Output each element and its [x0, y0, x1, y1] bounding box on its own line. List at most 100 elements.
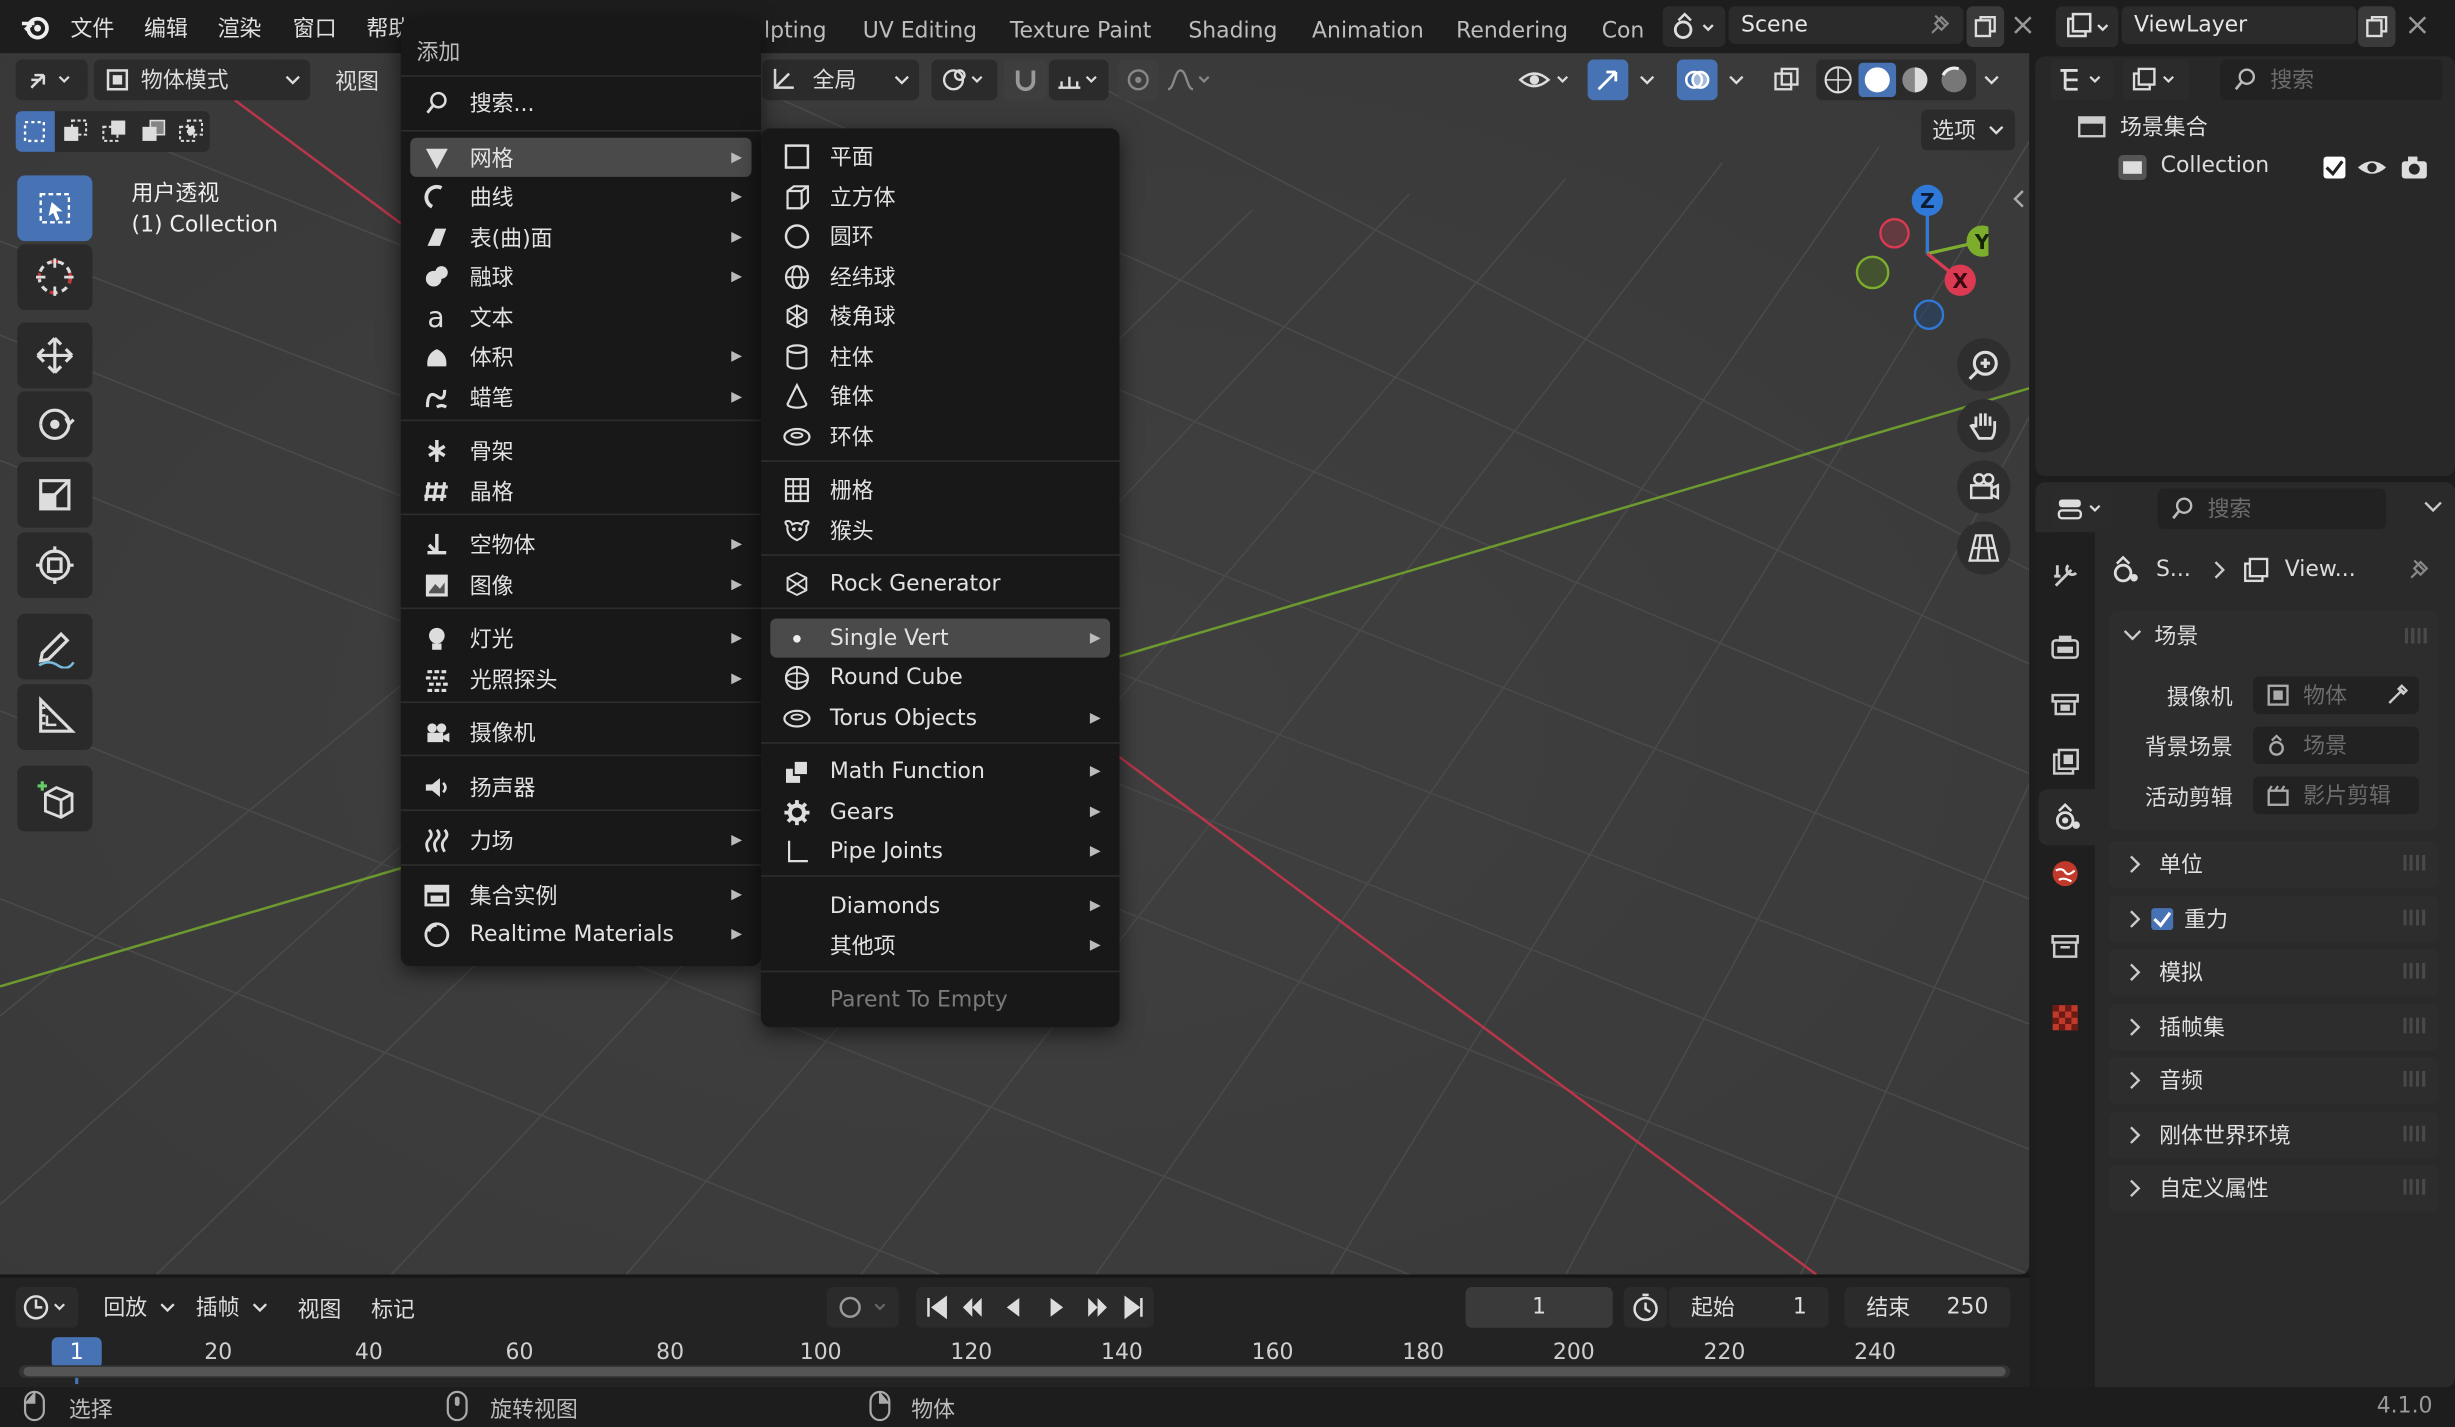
- add-cube-tool[interactable]: [17, 765, 93, 832]
- add-menu-search[interactable]: 搜索...: [410, 83, 751, 122]
- collection-tab-icon[interactable]: [2050, 930, 2081, 961]
- select-box-tool[interactable]: [17, 175, 93, 242]
- output-tab-icon[interactable]: [2050, 689, 2081, 720]
- proportional-edit-toggle[interactable]: [1117, 59, 1159, 101]
- add-menu-item-light[interactable]: 灯光 ▶: [410, 618, 751, 657]
- add-menu-item-empty[interactable]: 空物体 ▶: [410, 525, 751, 564]
- navigation-gizmo[interactable]: Z Y X: [1848, 175, 1989, 339]
- gravity-checkbox-icon[interactable]: [2150, 907, 2175, 932]
- tab-rendering[interactable]: Rendering: [1456, 19, 1568, 44]
- mesh-item-item-18[interactable]: 其他项 ▶: [770, 925, 1110, 964]
- section-custom-properties[interactable]: 自定义属性: [2108, 1164, 2438, 1212]
- eyedropper-icon[interactable]: [2385, 683, 2410, 708]
- display-mode-dropdown[interactable]: [2123, 59, 2189, 101]
- add-menu-item-curve[interactable]: 曲线 ▶: [410, 177, 751, 216]
- drag-handle-icon[interactable]: [2403, 1070, 2426, 1087]
- end-frame-field[interactable]: 结束 250: [1844, 1287, 2011, 1328]
- properties-editor-type[interactable]: [2051, 488, 2114, 530]
- playback-icons[interactable]: [919, 1292, 1151, 1323]
- measure-tool[interactable]: [17, 684, 93, 750]
- timeline-marker-menu[interactable]: 标记: [371, 1293, 415, 1324]
- drag-handle-icon[interactable]: [2403, 854, 2426, 871]
- camera-render-icon[interactable]: [2399, 153, 2430, 181]
- mesh-item-diamonds[interactable]: Diamonds ▶: [770, 886, 1110, 925]
- add-menu-item-light-probe[interactable]: 光照探头 ▶: [410, 659, 751, 698]
- add-menu-item-collection-instance[interactable]: 集合实例 ▶: [410, 875, 751, 914]
- timeline-editor-type[interactable]: [15, 1287, 79, 1328]
- mesh-item-gears[interactable]: Gears ▶: [770, 792, 1110, 831]
- outliner-search-input[interactable]: 搜索: [2220, 59, 2443, 101]
- mesh-item-single-vert[interactable]: Single Vert ▶: [770, 618, 1111, 658]
- preview-range-toggle[interactable]: [1623, 1287, 1668, 1328]
- outliner-editor-type[interactable]: [2051, 59, 2114, 101]
- add-menu-item-metaball[interactable]: 融球 ▶: [410, 257, 751, 296]
- add-menu-item-speaker[interactable]: 扬声器: [410, 767, 751, 806]
- scene-selector-button[interactable]: [1662, 6, 1726, 47]
- scale-tool[interactable]: [17, 461, 93, 528]
- playhead[interactable]: 1: [51, 1337, 102, 1369]
- scene-section-header[interactable]: 场景: [2123, 620, 2198, 651]
- tab-compositing[interactable]: Con: [1602, 19, 1645, 44]
- cursor-tool[interactable]: [17, 244, 93, 311]
- pin-icon[interactable]: [1927, 13, 1952, 38]
- pin-icon[interactable]: [2406, 557, 2431, 582]
- background-scene-field[interactable]: 场景: [2253, 726, 2420, 765]
- mesh-item-math-function[interactable]: Math Function ▶: [770, 752, 1110, 791]
- add-menu-item-camera[interactable]: 摄像机: [410, 712, 751, 751]
- scene-tab[interactable]: [2038, 789, 2095, 846]
- drag-handle-icon[interactable]: [2403, 909, 2426, 926]
- menu-edit[interactable]: 编辑: [144, 13, 188, 44]
- mesh-item-item-1[interactable]: 立方体: [770, 177, 1110, 216]
- start-frame-field[interactable]: 起始 1: [1669, 1287, 1829, 1328]
- gizmo-toggle[interactable]: [1587, 59, 1629, 101]
- eye-icon[interactable]: [2356, 153, 2387, 181]
- xray-toggle[interactable]: [1766, 59, 1807, 100]
- scene-collection-row[interactable]: 场景集合: [2076, 110, 2208, 144]
- section-rigid-body-world[interactable]: 刚体世界环境: [2108, 1111, 2438, 1159]
- editor-type-button[interactable]: [15, 59, 88, 101]
- camera-view-button[interactable]: [1957, 460, 2011, 514]
- add-menu-item-realtime-materials[interactable]: Realtime Materials ▶: [410, 914, 751, 953]
- chevron-down-icon[interactable]: [2424, 501, 2443, 514]
- select-subtract-icon[interactable]: [102, 119, 127, 144]
- gizmo-dropdown[interactable]: [1631, 59, 1662, 100]
- render-tab-icon[interactable]: [2050, 631, 2081, 662]
- add-menu-item-image[interactable]: 图像 ▶: [410, 565, 751, 604]
- visibility-dropdown[interactable]: [1512, 59, 1578, 100]
- section-simulation[interactable]: 模拟: [2108, 948, 2438, 996]
- add-menu-item-mesh[interactable]: 网格 ▶: [410, 137, 752, 177]
- mesh-item-item-8[interactable]: 栅格: [770, 470, 1110, 509]
- drag-handle-icon[interactable]: [2403, 1178, 2426, 1195]
- annotate-tool[interactable]: [17, 613, 93, 680]
- add-menu-item-force-field[interactable]: 力场 ▶: [410, 820, 751, 859]
- tab-texture-paint[interactable]: Texture Paint: [1010, 19, 1151, 44]
- mesh-item-item-7[interactable]: 环体: [770, 416, 1110, 455]
- section-units[interactable]: 单位: [2108, 840, 2438, 888]
- select-invert-icon[interactable]: [141, 119, 166, 144]
- drag-handle-icon[interactable]: [2403, 1125, 2426, 1142]
- mesh-item-item-0[interactable]: 平面: [770, 136, 1110, 175]
- menu-render[interactable]: 渲染: [218, 13, 262, 44]
- mesh-item-item-3[interactable]: 经纬球: [770, 257, 1110, 296]
- collection-row[interactable]: Collection: [2109, 149, 2438, 187]
- texture-tab-icon[interactable]: [2050, 1002, 2081, 1033]
- sidebar-toggle-icon[interactable]: [2012, 188, 2028, 210]
- keying-menu[interactable]: 插帧: [186, 1287, 277, 1328]
- drag-handle-icon[interactable]: [2403, 962, 2426, 979]
- snap-target-dropdown[interactable]: [1049, 59, 1109, 101]
- perspective-toggle-button[interactable]: [1957, 521, 2011, 575]
- mesh-item-item-5[interactable]: 柱体: [770, 337, 1110, 376]
- select-intersect-icon[interactable]: [178, 119, 203, 144]
- menu-window[interactable]: 窗口: [293, 13, 337, 44]
- view-layer-name-field[interactable]: ViewLayer: [2121, 6, 2357, 44]
- rotate-tool[interactable]: [17, 391, 93, 458]
- menu-file[interactable]: 文件: [70, 13, 114, 44]
- tab-sculpting[interactable]: lpting: [764, 19, 827, 44]
- menu-help[interactable]: 帮助: [366, 13, 404, 44]
- transform-tool[interactable]: [17, 532, 93, 599]
- add-menu-item-surface[interactable]: 表(曲)面 ▶: [410, 218, 751, 257]
- auto-keying-toggle[interactable]: [826, 1287, 899, 1328]
- view-layer-tab-icon[interactable]: [2050, 745, 2081, 776]
- overlays-dropdown[interactable]: [1721, 59, 1752, 100]
- move-tool[interactable]: [17, 322, 93, 389]
